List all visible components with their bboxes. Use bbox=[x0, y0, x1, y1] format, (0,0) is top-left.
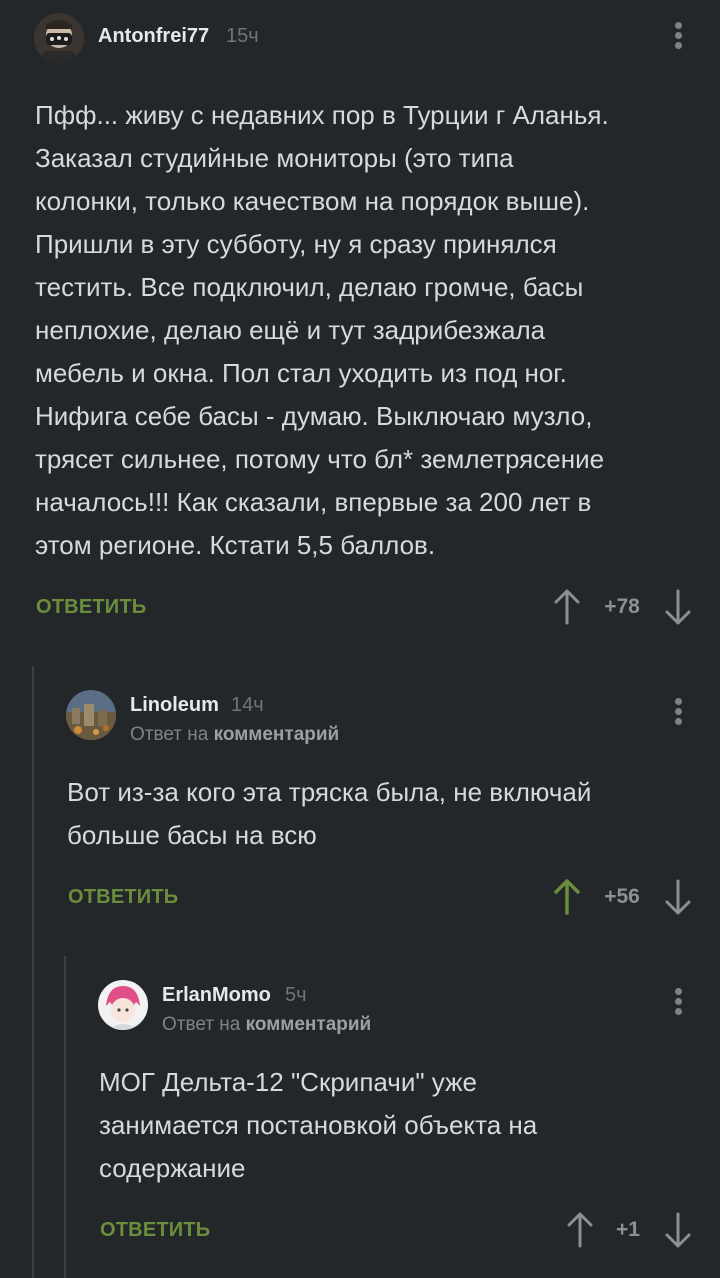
comment-time: 5ч bbox=[285, 984, 307, 1006]
comment: Linoleum 14ч Ответ на комментарий Вот из… bbox=[0, 660, 720, 930]
avatar[interactable] bbox=[34, 13, 84, 63]
text-line: тестить. Все подключил, делаю громче, ба… bbox=[35, 272, 584, 302]
reply-prefix: Ответ на bbox=[130, 724, 209, 745]
reply-to-line: Ответ на комментарий bbox=[130, 724, 339, 746]
text-line: Пфф... живу с недавних пор в Турции г Ал… bbox=[35, 100, 609, 130]
arrow-up-icon[interactable] bbox=[565, 1210, 595, 1250]
text-line: Пришли в эту субботу, ну я сразу принялс… bbox=[35, 229, 557, 259]
text-line: трясет сильнее, потому что бл* землетряс… bbox=[35, 444, 605, 474]
text-line: Заказал студийные мониторы (это типа bbox=[35, 143, 514, 173]
text-line: Вот из-за кого эта тряска была, не включ… bbox=[67, 777, 592, 807]
author-name[interactable]: Linoleum bbox=[130, 694, 219, 717]
text-line: Нифига себе басы - думаю. Выключаю музло… bbox=[35, 401, 593, 431]
more-vertical-icon[interactable] bbox=[671, 22, 685, 52]
text-line: содержание bbox=[99, 1153, 246, 1183]
more-vertical-icon[interactable] bbox=[671, 698, 685, 728]
comment-time: 15ч bbox=[226, 25, 259, 47]
text-line: этом регионе. Кстати 5,5 баллов. bbox=[35, 530, 436, 560]
text-line: колонки, только качеством на порядок выш… bbox=[35, 186, 590, 216]
reply-target-link[interactable]: комментарий bbox=[214, 724, 340, 745]
author-name[interactable]: ErlanMomo bbox=[162, 984, 271, 1007]
reply-prefix: Ответ на bbox=[162, 1014, 241, 1035]
comment-time: 14ч bbox=[231, 694, 264, 716]
rating-value: +1 bbox=[616, 1218, 640, 1241]
reply-button[interactable]: ОТВЕТИТЬ bbox=[36, 596, 146, 619]
arrow-down-icon[interactable] bbox=[663, 587, 693, 627]
text-line: началось!!! Как сказали, впервые за 200 … bbox=[35, 487, 592, 517]
comment-text: Пфф... живу с недавних пор в Турции г Ал… bbox=[35, 94, 609, 567]
text-line: занимается постановкой объекта на bbox=[99, 1110, 538, 1140]
arrow-up-icon[interactable] bbox=[552, 877, 582, 917]
text-line: МОГ Дельта-12 "Скрипачи" уже bbox=[99, 1067, 477, 1097]
more-vertical-icon[interactable] bbox=[671, 988, 685, 1018]
text-line: больше басы на всю bbox=[67, 820, 317, 850]
comment: ErlanMomo 5ч Ответ на комментарий МОГ Де… bbox=[0, 950, 720, 1278]
text-line: неплохие, делаю ещё и тут задрибезжала bbox=[35, 315, 546, 345]
author-name[interactable]: Antonfrei77 bbox=[98, 25, 209, 48]
rating-value: +78 bbox=[604, 595, 640, 618]
avatar[interactable] bbox=[66, 690, 116, 740]
text-line: мебель и окна. Пол стал уходить из под н… bbox=[35, 358, 567, 388]
reply-button[interactable]: ОТВЕТИТЬ bbox=[100, 1219, 210, 1242]
rating-value: +56 bbox=[604, 885, 640, 908]
arrow-up-icon[interactable] bbox=[552, 587, 582, 627]
reply-to-line: Ответ на комментарий bbox=[162, 1014, 371, 1036]
comment-text: МОГ Дельта-12 "Скрипачи" уже занимается … bbox=[99, 1061, 537, 1190]
comment: Antonfrei77 15ч Пфф... живу с недавних п… bbox=[0, 0, 720, 640]
arrow-down-icon[interactable] bbox=[663, 1210, 693, 1250]
comment-text: Вот из-за кого эта тряска была, не включ… bbox=[67, 771, 591, 857]
reply-target-link[interactable]: комментарий bbox=[246, 1014, 372, 1035]
reply-button[interactable]: ОТВЕТИТЬ bbox=[68, 886, 178, 909]
arrow-down-icon[interactable] bbox=[663, 877, 693, 917]
avatar[interactable] bbox=[98, 980, 148, 1030]
